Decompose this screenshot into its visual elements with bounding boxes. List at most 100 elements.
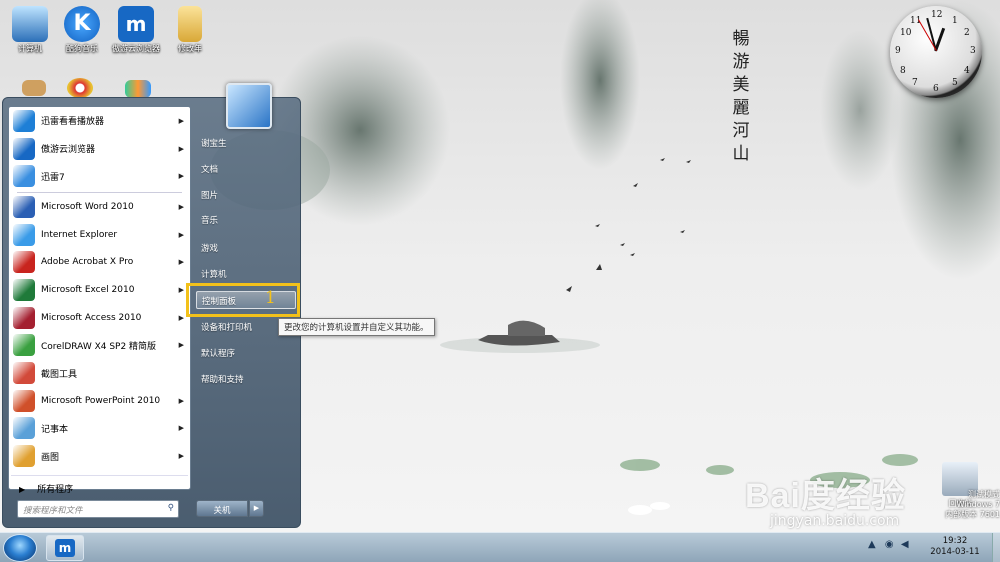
start-menu-link[interactable]: 游戏 — [196, 239, 296, 257]
watermark-line: 测试模式 — [968, 490, 1000, 499]
program-icon — [13, 109, 35, 132]
program-label: Internet Explorer — [41, 229, 118, 240]
program-label: Microsoft Access 2010 — [41, 312, 142, 323]
desktop-icon-partial-2[interactable] — [50, 78, 110, 98]
shutdown-options-arrow-icon[interactable]: ▶ — [249, 500, 264, 517]
system-tray: ▲ ◉ ◀ — [868, 539, 909, 550]
submenu-arrow-icon[interactable]: ▶ — [179, 397, 184, 405]
all-programs-button[interactable]: ▶ 所有程序 — [19, 482, 73, 495]
computer-icon — [12, 6, 48, 42]
program-item[interactable]: Microsoft Excel 2010 ▶ — [9, 276, 190, 304]
program-icon — [13, 306, 35, 329]
start-menu-link[interactable]: 图片 — [196, 186, 296, 204]
chrome-icon — [67, 78, 93, 98]
submenu-arrow-icon[interactable]: ▶ — [179, 258, 184, 266]
program-label: 傲游云浏览器 — [41, 145, 96, 156]
program-item[interactable]: 迅雷7 ▶ — [9, 162, 190, 190]
program-item[interactable]: Microsoft Word 2010 ▶ — [9, 193, 190, 221]
program-item[interactable]: 截图工具 — [9, 359, 190, 387]
program-icon — [13, 389, 35, 412]
start-menu-link[interactable]: 计算机 — [196, 265, 296, 283]
poem-calligraphy: 暢游美麗河山 — [732, 29, 750, 164]
submenu-arrow-icon[interactable]: ▶ — [179, 145, 184, 153]
network-icon[interactable]: ◉ — [885, 539, 894, 550]
triangle-right-icon: ▶ — [19, 485, 26, 494]
clock-gadget[interactable]: 12 3 69 12 45 78 10 11 — [890, 6, 982, 98]
program-item[interactable]: Microsoft PowerPoint 2010 ▶ — [9, 387, 190, 415]
program-item[interactable]: CorelDRAW X4 SP2 精简版 ▶ — [9, 332, 190, 360]
program-icon — [13, 362, 35, 385]
program-item[interactable]: 迅雷看看播放器 ▶ — [9, 107, 190, 135]
submenu-arrow-icon[interactable]: ▶ — [179, 231, 184, 239]
program-icon — [13, 278, 35, 301]
show-desktop-button[interactable] — [992, 533, 1000, 562]
maxthon-icon: m — [55, 539, 75, 557]
start-menu-link[interactable]: 文档 — [196, 160, 296, 178]
annotation-number: 1 — [265, 288, 276, 308]
annotation-highlight-box: 1 — [186, 283, 300, 317]
submenu-arrow-icon[interactable]: ▶ — [179, 341, 184, 349]
start-menu-programs-pane: 迅雷看看播放器 ▶ 傲游云浏览器 ▶ 迅雷7 ▶ Microsoft Word 2010 ▶ I… — [8, 106, 191, 495]
desktop-icon-computer[interactable]: 计算机 — [0, 6, 60, 54]
submenu-arrow-icon[interactable]: ▶ — [179, 286, 184, 294]
program-label: 截图工具 — [41, 369, 78, 380]
program-item[interactable]: Microsoft Access 2010 ▶ — [9, 304, 190, 332]
start-menu-link[interactable]: 音乐 — [196, 211, 296, 229]
desktop-icon-partial-3[interactable] — [108, 80, 168, 98]
program-label: 迅雷看看播放器 — [41, 117, 105, 128]
program-item[interactable]: Adobe Acrobat X Pro ▶ — [9, 248, 190, 276]
program-list: 迅雷看看播放器 ▶ 傲游云浏览器 ▶ 迅雷7 ▶ Microsoft Word 2010 ▶ I… — [9, 107, 190, 470]
search-icon[interactable]: ⚲ — [168, 503, 174, 513]
taskbar-clock[interactable]: 19:32 2014-03-11 — [922, 536, 988, 558]
submenu-arrow-icon[interactable]: ▶ — [179, 172, 184, 180]
program-label: 画图 — [41, 452, 60, 463]
desktop-icon-maxthon[interactable]: m 傲游云浏览器 — [106, 6, 166, 54]
program-icon — [13, 223, 35, 246]
watermark-line: Windows 7 — [956, 500, 1000, 509]
start-menu-link[interactable]: 谢宝生 — [196, 134, 296, 152]
desktop-icon-label: 计算机 — [18, 44, 42, 53]
start-search-input[interactable]: 搜索程序和文件 ⚲ — [17, 500, 179, 518]
submenu-arrow-icon[interactable]: ▶ — [179, 117, 184, 125]
program-icon — [13, 165, 35, 188]
program-label: CorelDRAW X4 SP2 精简版 — [41, 341, 157, 352]
program-icon — [13, 334, 35, 357]
program-item[interactable]: Internet Explorer ▶ — [9, 221, 190, 249]
submenu-arrow-icon[interactable]: ▶ — [179, 314, 184, 322]
volume-icon[interactable]: ◀ — [901, 539, 909, 550]
program-icon — [13, 137, 35, 160]
program-icon — [13, 195, 35, 218]
test-mode-watermark: 测试模式 Windows 7 内部版本 7601 — [945, 490, 1000, 520]
user-picture[interactable] — [226, 83, 272, 129]
start-button[interactable] — [3, 534, 37, 562]
taskbar-app-maxthon[interactable]: m — [46, 535, 84, 561]
watermark-line: 内部版本 7601 — [945, 510, 1000, 519]
program-label: Microsoft Excel 2010 — [41, 284, 135, 295]
all-programs-label: 所有程序 — [37, 485, 74, 495]
desktop-icon-kugou[interactable]: K 酷狗音乐 — [52, 6, 112, 54]
program-label: Microsoft PowerPoint 2010 — [41, 395, 161, 406]
baidu-watermark-url: jingyan.baidu.com — [770, 513, 900, 529]
paint-icon — [125, 80, 151, 98]
app-icon — [22, 80, 46, 96]
start-menu-link[interactable]: 默认程序 — [196, 344, 296, 362]
program-label: 迅雷7 — [41, 172, 65, 183]
program-item[interactable]: 傲游云浏览器 ▶ — [9, 135, 190, 163]
folder-icon — [178, 6, 202, 42]
start-menu-link[interactable]: 帮助和支持 — [196, 370, 296, 388]
maxthon-icon: m — [118, 6, 154, 42]
program-icon — [13, 445, 35, 468]
submenu-arrow-icon[interactable]: ▶ — [179, 452, 184, 460]
all-programs-separator — [11, 475, 188, 476]
desktop-icon-label: 修改年 — [178, 44, 202, 53]
submenu-arrow-icon[interactable]: ▶ — [179, 203, 184, 211]
submenu-arrow-icon[interactable]: ▶ — [179, 424, 184, 432]
clock-time: 19:32 — [942, 536, 968, 546]
control-panel-tooltip: 更改您的计算机设置并自定义其功能。 — [278, 318, 435, 336]
desktop-icon-folder[interactable]: 修改年 — [160, 6, 220, 54]
program-item[interactable]: 记事本 ▶ — [9, 415, 190, 443]
shutdown-button[interactable]: 关机 — [196, 500, 248, 517]
pinned-separator — [17, 192, 182, 193]
show-hidden-icons-icon[interactable]: ▲ — [868, 539, 876, 550]
program-item[interactable]: 画图 ▶ — [9, 442, 190, 470]
